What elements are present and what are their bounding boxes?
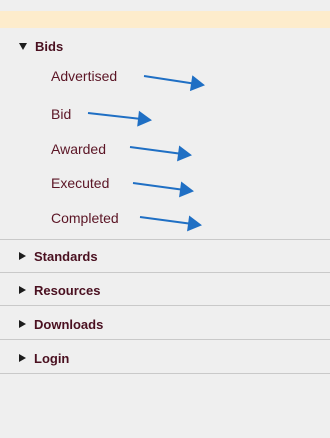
- navigation-panel: Bids Advertised Bid Awarded Executed Com…: [0, 0, 330, 438]
- caret-right-icon: [19, 252, 26, 260]
- standards-header[interactable]: Standards: [19, 246, 98, 266]
- login-label: Login: [34, 350, 70, 366]
- submenu-item-advertised[interactable]: Advertised: [51, 66, 117, 86]
- top-banner-bar: [0, 11, 330, 28]
- login-header[interactable]: Login: [19, 348, 69, 368]
- caret-right-icon: [19, 286, 26, 294]
- submenu-item-bid[interactable]: Bid: [51, 104, 71, 124]
- bids-section: Bids Advertised Bid Awarded Executed Com…: [0, 28, 330, 240]
- standards-label: Standards: [34, 248, 98, 264]
- submenu-item-completed[interactable]: Completed: [51, 208, 119, 228]
- downloads-label: Downloads: [34, 316, 104, 332]
- login-section: Login: [0, 341, 330, 374]
- downloads-section: Downloads: [0, 307, 330, 340]
- caret-right-icon: [19, 354, 26, 362]
- bids-label: Bids: [35, 38, 64, 54]
- bids-header[interactable]: Bids: [19, 36, 63, 56]
- resources-header[interactable]: Resources: [19, 280, 100, 300]
- submenu-item-awarded[interactable]: Awarded: [51, 139, 106, 159]
- resources-label: Resources: [34, 282, 101, 298]
- caret-right-icon: [19, 320, 26, 328]
- standards-section: Standards: [0, 240, 330, 273]
- caret-down-icon: [19, 42, 27, 50]
- resources-section: Resources: [0, 273, 330, 306]
- downloads-header[interactable]: Downloads: [19, 314, 103, 334]
- submenu-item-executed[interactable]: Executed: [51, 173, 109, 193]
